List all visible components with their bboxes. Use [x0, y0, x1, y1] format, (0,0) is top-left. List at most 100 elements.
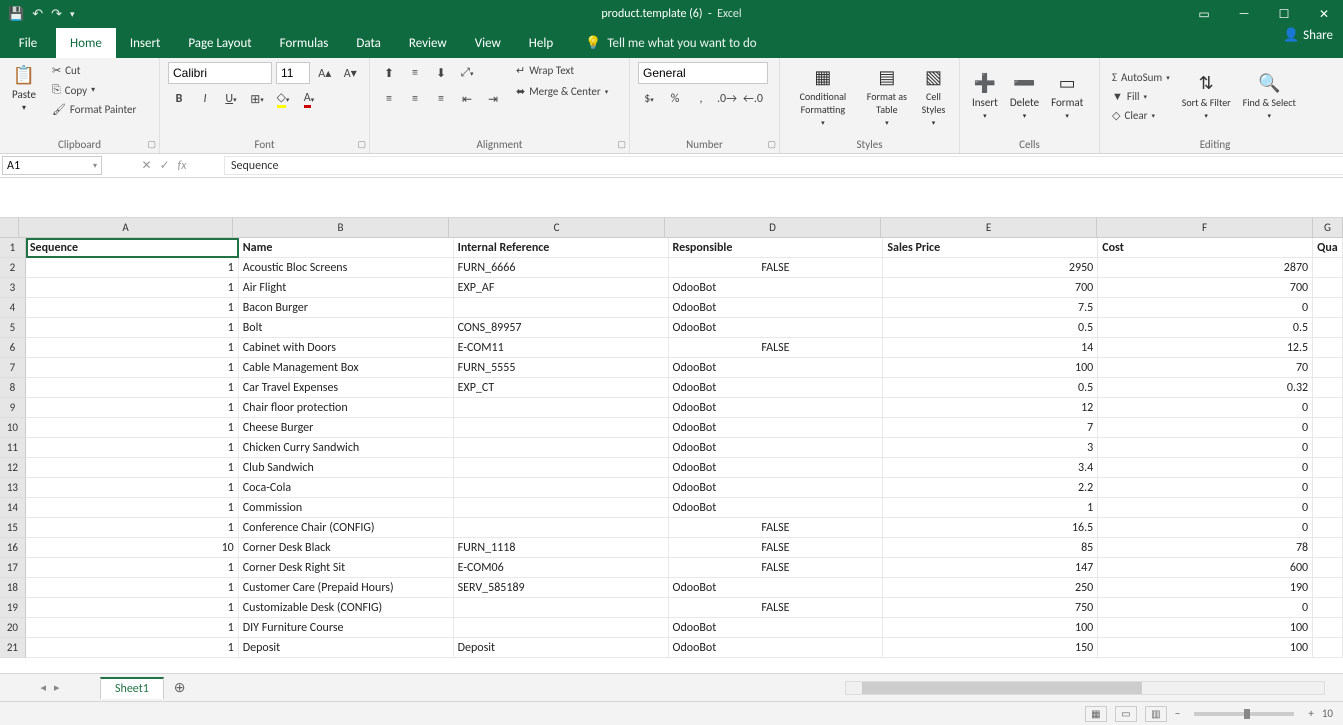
cell[interactable]: EXP_AF: [454, 278, 669, 298]
cell[interactable]: [1313, 298, 1343, 318]
underline-button[interactable]: U▾: [220, 88, 242, 110]
tab-insert[interactable]: Insert: [116, 28, 175, 58]
cell[interactable]: 1: [26, 438, 239, 458]
cancel-formula-icon[interactable]: ✕: [142, 158, 152, 173]
tab-data[interactable]: Data: [342, 28, 395, 58]
cell[interactable]: Commission: [239, 498, 454, 518]
cell[interactable]: 150: [883, 638, 1098, 658]
ribbon-display-icon[interactable]: ▭: [1185, 0, 1223, 28]
row-header[interactable]: 13: [0, 478, 26, 498]
tab-review[interactable]: Review: [395, 28, 461, 58]
maximize-icon[interactable]: ☐: [1265, 0, 1303, 28]
merge-center-button[interactable]: ⬌Merge & Center▾: [512, 83, 612, 100]
cell[interactable]: 0.32: [1098, 378, 1313, 398]
cell[interactable]: 1: [26, 318, 239, 338]
cell[interactable]: 0: [1098, 298, 1313, 318]
tell-me[interactable]: 💡 Tell me what you want to do: [585, 28, 757, 58]
cell[interactable]: 78: [1098, 538, 1313, 558]
cell[interactable]: 16.5: [883, 518, 1098, 538]
sheet-first-icon[interactable]: ◂: [40, 681, 46, 694]
row-header[interactable]: 6: [0, 338, 26, 358]
cell[interactable]: [1313, 398, 1343, 418]
zoom-level[interactable]: 10: [1322, 707, 1333, 720]
cell[interactable]: 0: [1098, 598, 1313, 618]
cell[interactable]: 0: [1098, 418, 1313, 438]
increase-decimal-icon[interactable]: .0→: [716, 88, 738, 110]
number-format-combo[interactable]: [638, 62, 768, 84]
cell[interactable]: 100: [1098, 638, 1313, 658]
cell[interactable]: [1313, 258, 1343, 278]
cell[interactable]: 14: [883, 338, 1098, 358]
cell[interactable]: [1313, 578, 1343, 598]
cell[interactable]: [1313, 378, 1343, 398]
cell[interactable]: OdooBot: [669, 578, 884, 598]
cell[interactable]: Bacon Burger: [239, 298, 454, 318]
cell[interactable]: Chicken Curry Sandwich: [239, 438, 454, 458]
tab-home[interactable]: Home: [56, 28, 116, 58]
font-size-combo[interactable]: [276, 62, 310, 84]
comma-format-icon[interactable]: ,: [690, 88, 712, 110]
sheet-tab[interactable]: Sheet1: [100, 677, 164, 699]
tab-formulas[interactable]: Formulas: [266, 28, 343, 58]
sheet-last-icon[interactable]: ▸: [54, 681, 60, 694]
cell[interactable]: [1313, 638, 1343, 658]
cell[interactable]: 1: [26, 578, 239, 598]
cell[interactable]: 1: [26, 638, 239, 658]
cell[interactable]: [454, 438, 669, 458]
cell[interactable]: FALSE: [669, 598, 884, 618]
row-header[interactable]: 7: [0, 358, 26, 378]
cell[interactable]: [454, 458, 669, 478]
fill-button[interactable]: ▼Fill▾: [1108, 88, 1174, 105]
column-header[interactable]: B: [233, 218, 449, 237]
cell[interactable]: 1: [26, 458, 239, 478]
cell[interactable]: CONS_89957: [454, 318, 669, 338]
cell[interactable]: [454, 418, 669, 438]
increase-indent-icon[interactable]: ⇥: [482, 88, 504, 110]
decrease-indent-icon[interactable]: ⇤: [456, 88, 478, 110]
paste-button[interactable]: 📋 Paste ▾: [8, 62, 40, 115]
cell[interactable]: [1313, 418, 1343, 438]
cell[interactable]: 7: [883, 418, 1098, 438]
cell[interactable]: OdooBot: [669, 418, 884, 438]
align-center-icon[interactable]: ≡: [404, 88, 426, 110]
cell[interactable]: 0.5: [883, 318, 1098, 338]
cell[interactable]: 1: [883, 498, 1098, 518]
page-layout-view-icon[interactable]: ▭: [1115, 706, 1137, 722]
cell[interactable]: Conference Chair (CONFIG): [239, 518, 454, 538]
cell[interactable]: E-COM06: [454, 558, 669, 578]
row-header[interactable]: 5: [0, 318, 26, 338]
cell[interactable]: 0: [1098, 458, 1313, 478]
cell[interactable]: Cable Management Box: [239, 358, 454, 378]
sort-filter-button[interactable]: ⇅Sort & Filter▾: [1178, 70, 1235, 122]
row-header[interactable]: 19: [0, 598, 26, 618]
find-select-button[interactable]: 🔍Find & Select▾: [1239, 70, 1300, 122]
cell[interactable]: OdooBot: [669, 318, 884, 338]
cell[interactable]: OdooBot: [669, 478, 884, 498]
select-all-corner[interactable]: [0, 218, 19, 237]
conditional-formatting-button[interactable]: ▦Conditional Formatting▾: [788, 64, 858, 129]
cell[interactable]: SERV_585189: [454, 578, 669, 598]
enter-formula-icon[interactable]: ✓: [160, 158, 170, 173]
cell[interactable]: OdooBot: [669, 278, 884, 298]
cell[interactable]: [454, 478, 669, 498]
cell[interactable]: Cabinet with Doors: [239, 338, 454, 358]
cell[interactable]: 2950: [883, 258, 1098, 278]
increase-font-icon[interactable]: A▴: [314, 62, 336, 84]
cell[interactable]: 0: [1098, 498, 1313, 518]
cell[interactable]: [1313, 278, 1343, 298]
cell[interactable]: 700: [883, 278, 1098, 298]
format-painter-button[interactable]: 🖌Format Painter: [48, 101, 140, 118]
zoom-out-icon[interactable]: −: [1175, 707, 1180, 720]
row-header[interactable]: 1: [0, 238, 26, 258]
cell[interactable]: 1: [26, 338, 239, 358]
cell[interactable]: 0: [1098, 478, 1313, 498]
cell[interactable]: DIY Furniture Course: [239, 618, 454, 638]
cell[interactable]: OdooBot: [669, 298, 884, 318]
cell[interactable]: FALSE: [669, 538, 884, 558]
row-header[interactable]: 3: [0, 278, 26, 298]
align-top-icon[interactable]: ⬆: [378, 62, 400, 84]
cell[interactable]: 1: [26, 358, 239, 378]
cell[interactable]: [1313, 518, 1343, 538]
cell[interactable]: FALSE: [669, 258, 884, 278]
cell[interactable]: OdooBot: [669, 498, 884, 518]
